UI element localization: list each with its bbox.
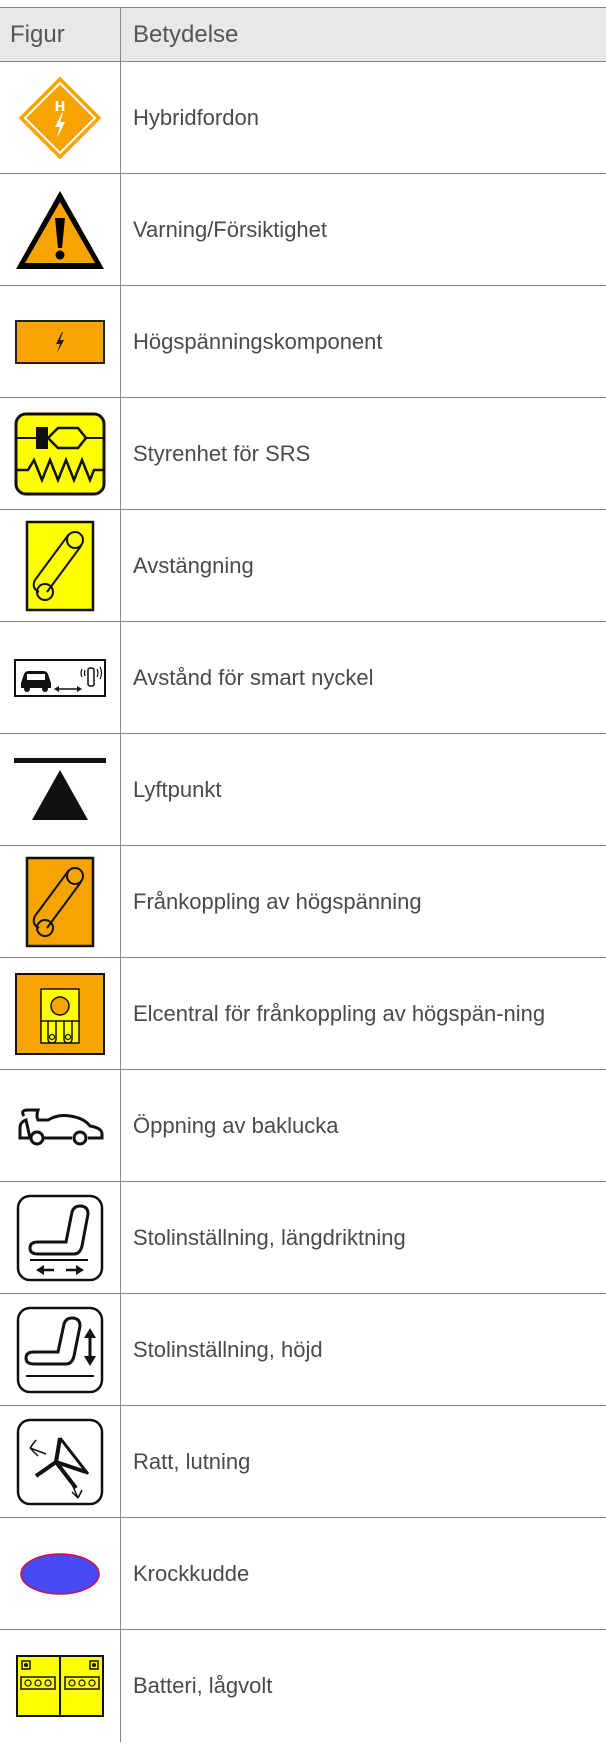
srs-control-unit-icon <box>14 412 106 495</box>
figure-cell <box>0 734 121 845</box>
table-row: Högspänningskomponent <box>0 286 606 398</box>
figure-cell <box>0 1070 121 1181</box>
figure-cell <box>0 958 121 1069</box>
figure-cell <box>0 1182 121 1293</box>
table-row: Krockkudde <box>0 1518 606 1630</box>
figure-cell <box>0 846 121 957</box>
figure-cell <box>0 1294 121 1405</box>
table-row: H Hybridfordon <box>0 62 606 174</box>
meaning-text: Ratt, lutning <box>133 1448 251 1474</box>
seat-longitudinal-icon <box>16 1194 104 1281</box>
meaning-text: Avstängning <box>133 552 254 578</box>
low-voltage-battery-icon <box>16 1655 104 1717</box>
figure-cell <box>0 510 121 621</box>
table-row: Frånkoppling av högspänning <box>0 846 606 958</box>
meaning-text: Frånkoppling av högspänning <box>133 888 422 914</box>
table-header: Figur Betydelse <box>0 8 606 62</box>
table-row: Styrenhet för SRS <box>0 398 606 510</box>
table-row: Ratt, lutning <box>0 1406 606 1518</box>
meaning-text: Stolinställning, höjd <box>133 1336 323 1362</box>
meaning-text: Krockkudde <box>133 1560 250 1586</box>
figure-cell <box>0 622 121 733</box>
table-row: Batteri, lågvolt <box>0 1630 606 1742</box>
table-row: Elcentral för frånkoppling av högspän-ni… <box>0 958 606 1070</box>
figure-cell <box>0 1630 121 1742</box>
header-figure: Figur <box>0 8 121 61</box>
smart-key-distance-icon <box>14 658 106 697</box>
steering-wheel-tilt-icon <box>16 1418 104 1505</box>
symbol-legend-table: Figur Betydelse H Hybridfordon Varning/F… <box>0 7 606 1742</box>
meaning-text: Batteri, lågvolt <box>133 1673 273 1699</box>
lift-point-icon <box>14 757 106 820</box>
table-row: Avstånd för smart nyckel <box>0 622 606 734</box>
figure-cell <box>0 1406 121 1517</box>
table-row: Avstängning <box>0 510 606 622</box>
header-meaning: Betydelse <box>133 20 239 48</box>
meaning-text: Elcentral för frånkoppling av högspän-ni… <box>133 1000 546 1026</box>
high-voltage-disconnect-icon <box>25 856 95 947</box>
airbag-icon <box>20 1552 100 1595</box>
table-row: Stolinställning, längdriktning <box>0 1182 606 1294</box>
hybrid-vehicle-icon: H <box>18 76 102 159</box>
meaning-text: Stolinställning, längdriktning <box>133 1224 406 1250</box>
meaning-text: Avstånd för smart nyckel <box>133 664 374 690</box>
seat-height-icon <box>16 1306 104 1393</box>
shutdown-icon <box>25 520 95 611</box>
disconnect-fuse-box-icon <box>15 972 105 1055</box>
meaning-text: Varning/Försiktighet <box>133 216 328 242</box>
figure-cell <box>0 286 121 397</box>
figure-cell <box>0 1518 121 1629</box>
warning-triangle-icon <box>16 190 104 269</box>
table-row: Öppning av baklucka <box>0 1070 606 1182</box>
high-voltage-component-icon <box>15 319 105 364</box>
meaning-text: Lyftpunkt <box>133 776 222 802</box>
table-row: Varning/Försiktighet <box>0 174 606 286</box>
table-row: Stolinställning, höjd <box>0 1294 606 1406</box>
figure-cell: H <box>0 62 121 173</box>
meaning-text: Styrenhet för SRS <box>133 440 311 466</box>
trunk-open-icon <box>18 1108 104 1145</box>
svg-text:H: H <box>55 100 66 115</box>
meaning-text: Högspänningskomponent <box>133 328 383 354</box>
table-row: Lyftpunkt <box>0 734 606 846</box>
meaning-text: Öppning av baklucka <box>133 1112 339 1138</box>
figure-cell <box>0 398 121 509</box>
meaning-text: Hybridfordon <box>133 104 259 130</box>
figure-cell <box>0 174 121 285</box>
